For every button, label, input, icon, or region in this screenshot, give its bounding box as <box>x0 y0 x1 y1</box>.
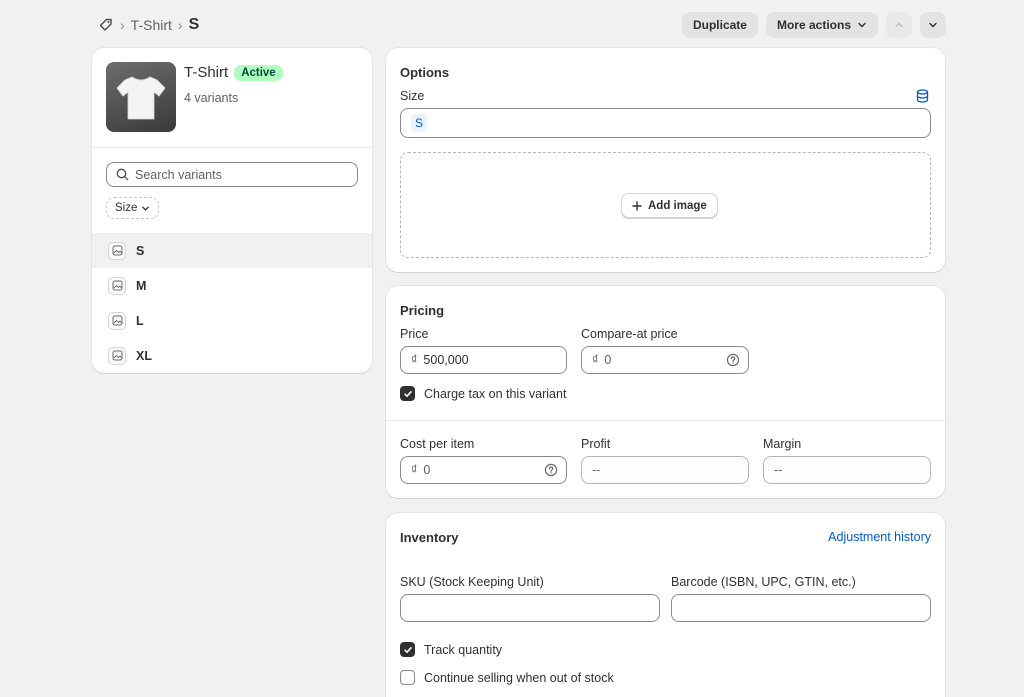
compare-at-price-value: 0 <box>604 353 612 367</box>
variant-label: L <box>136 313 144 328</box>
price-label: Price <box>400 327 429 341</box>
size-option-field[interactable]: S <box>400 108 931 138</box>
product-summary: T-Shirt Active 4 variants <box>106 62 283 132</box>
variant-count: 4 variants <box>184 91 239 105</box>
help-circle-icon[interactable] <box>544 463 558 480</box>
image-placeholder-icon <box>108 346 126 365</box>
divider <box>92 147 372 148</box>
barcode-input[interactable] <box>671 594 931 622</box>
breadcrumb-separator-icon: › <box>177 17 183 33</box>
tshirt-icon <box>116 76 166 120</box>
checkbox-checked-icon[interactable] <box>400 642 415 657</box>
track-quantity-label: Track quantity <box>424 642 503 657</box>
more-actions-label: More actions <box>776 18 851 32</box>
currency-symbol: ₫ <box>411 353 418 367</box>
pricing-title: Pricing <box>400 303 445 318</box>
size-filter-label: Size <box>115 202 138 214</box>
page-header: › T-Shirt › S Duplicate More actions <box>92 12 946 38</box>
compare-at-price-label: Compare-at price <box>581 327 678 341</box>
currency-symbol: ₫ <box>592 353 599 367</box>
chevron-down-icon <box>142 206 150 211</box>
tag-icon[interactable] <box>98 17 114 33</box>
options-title: Options <box>400 65 450 80</box>
size-filter-button[interactable]: Size <box>106 197 160 219</box>
compare-at-price-input[interactable]: ₫ 0 <box>581 346 749 374</box>
variant-label: XL <box>136 348 152 363</box>
margin-value: -- <box>774 463 783 477</box>
price-value: 500,000 <box>423 353 469 367</box>
duplicate-button[interactable]: Duplicate <box>681 12 758 38</box>
size-option-value: S <box>411 114 428 132</box>
cost-per-item-label: Cost per item <box>400 437 475 451</box>
inventory-title: Inventory <box>400 530 459 545</box>
variant-item-m[interactable]: M <box>92 268 372 303</box>
size-label: Size <box>400 89 425 103</box>
variant-list-card: T-Shirt Active 4 variants Size S M L XL <box>92 48 372 373</box>
charge-tax-checkbox[interactable]: Charge tax on this variant <box>400 386 566 401</box>
image-placeholder-icon <box>108 276 126 295</box>
plus-icon <box>632 200 642 211</box>
checkbox-checked-icon[interactable] <box>400 386 415 401</box>
search-icon <box>116 168 129 181</box>
variant-item-s[interactable]: S <box>92 233 372 268</box>
cost-per-item-input[interactable]: ₫ 0 <box>400 456 567 484</box>
variant-item-l[interactable]: L <box>92 303 372 338</box>
track-quantity-checkbox[interactable]: Track quantity <box>400 642 502 657</box>
add-image-label: Add image <box>648 199 707 212</box>
inventory-card: Inventory Adjustment history SKU (Stock … <box>386 513 945 697</box>
currency-symbol: ₫ <box>411 463 418 477</box>
header-actions: Duplicate More actions <box>681 12 946 38</box>
variant-label: S <box>136 243 145 258</box>
cost-per-item-value: 0 <box>423 463 431 477</box>
profit-value: -- <box>592 463 601 477</box>
next-variant-button[interactable] <box>920 12 946 38</box>
breadcrumb-separator-icon: › <box>120 17 125 33</box>
previous-variant-button[interactable] <box>886 12 912 38</box>
chevron-down-icon <box>929 22 937 28</box>
charge-tax-label: Charge tax on this variant <box>424 386 567 401</box>
variant-label: M <box>136 278 147 293</box>
margin-field: -- <box>763 456 931 484</box>
chevron-down-icon <box>858 22 866 28</box>
pricing-card: Pricing Price ₫ 500,000 Compare-at price… <box>386 286 945 498</box>
continue-selling-checkbox[interactable]: Continue selling when out of stock <box>400 670 614 685</box>
margin-label: Margin <box>763 437 802 451</box>
search-variants-input[interactable] <box>135 167 335 182</box>
continue-selling-label: Continue selling when out of stock <box>424 670 614 685</box>
product-thumbnail[interactable] <box>106 62 176 132</box>
image-dropzone[interactable]: Add image <box>400 152 931 258</box>
divider <box>386 420 945 421</box>
page-title: S <box>188 16 200 33</box>
price-input[interactable]: ₫ 500,000 <box>400 346 567 374</box>
product-title[interactable]: T-Shirt <box>184 64 228 81</box>
help-circle-icon[interactable] <box>726 353 740 370</box>
profit-label: Profit <box>581 437 611 451</box>
search-variants-field[interactable] <box>106 162 358 187</box>
status-badge: Active <box>234 64 283 81</box>
image-placeholder-icon <box>108 311 126 330</box>
adjustment-history-link[interactable]: Adjustment history <box>828 530 931 544</box>
more-actions-button[interactable]: More actions <box>765 12 878 38</box>
add-image-button[interactable]: Add image <box>621 193 718 218</box>
breadcrumb-parent-link[interactable]: T-Shirt <box>131 17 172 33</box>
sku-label: SKU (Stock Keeping Unit) <box>400 575 544 589</box>
barcode-label: Barcode (ISBN, UPC, GTIN, etc.) <box>671 575 856 589</box>
image-placeholder-icon <box>108 241 126 260</box>
breadcrumb: › T-Shirt › S <box>98 12 199 38</box>
variant-item-xl[interactable]: XL <box>92 338 372 373</box>
sku-input[interactable] <box>400 594 660 622</box>
profit-field: -- <box>581 456 749 484</box>
database-icon[interactable] <box>916 89 929 106</box>
options-card: Options Size S Add image <box>386 48 945 272</box>
chevron-up-icon <box>895 22 903 28</box>
checkbox-unchecked-icon[interactable] <box>400 670 415 685</box>
